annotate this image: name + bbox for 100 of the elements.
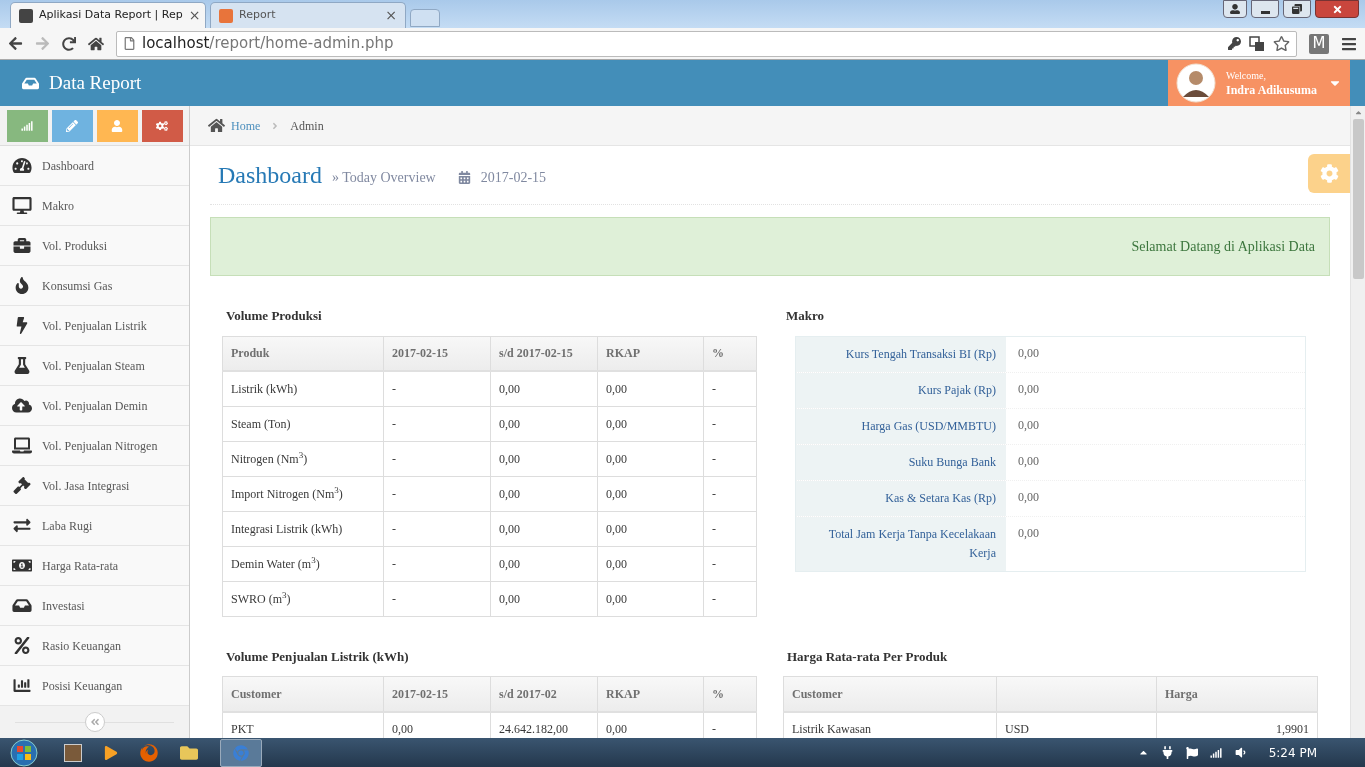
column-header: % (703, 676, 757, 712)
calendar-icon (457, 170, 471, 184)
clock-text[interactable]: 5:24 PM (1268, 743, 1317, 762)
table-cell: - (703, 581, 757, 616)
sidebar-item[interactable]: Konsumsi Gas (0, 266, 189, 306)
greeting-text: Welcome, (1226, 69, 1267, 83)
profile-button[interactable] (1223, 0, 1247, 18)
restore-button[interactable] (1283, 0, 1311, 18)
browser-tab[interactable]: Aplikasi Data Report | Rep × (10, 2, 206, 28)
url-text: localhost/report/home-admin.php (142, 33, 394, 55)
info-label: Kurs Pajak (Rp) (796, 372, 1006, 408)
table-cell: - (383, 476, 491, 511)
table-cell: 0,00 (490, 476, 598, 511)
inbox-icon (12, 597, 32, 614)
scrollbar[interactable] (1350, 106, 1365, 738)
address-bar[interactable]: localhost/report/home-admin.php (116, 30, 1297, 57)
table-cell: - (703, 441, 757, 476)
table-cell: 0,00 (597, 546, 704, 581)
sidebar-item[interactable]: Investasi (0, 586, 189, 626)
page-icon (123, 37, 136, 50)
sidebar-item[interactable]: Rasio Keuangan (0, 626, 189, 666)
sidebar-item[interactable]: Harga Rata-rata (0, 546, 189, 586)
volume-icon[interactable] (1233, 746, 1247, 759)
table-cell: Listrik (kWh) (222, 371, 384, 406)
sidebar-item[interactable]: Dashboard (0, 146, 189, 186)
column-header: s/d 2017-02-15 (490, 336, 598, 371)
gavel-icon (12, 477, 32, 494)
page-date: 2017-02-15 (480, 168, 547, 187)
table-cell: Nitrogen (Nm$^{3}$) (222, 441, 384, 476)
back-icon[interactable] (8, 36, 23, 51)
reload-icon[interactable] (62, 36, 76, 51)
firefox-icon[interactable] (140, 743, 158, 762)
scrollbar-thumb[interactable] (1352, 119, 1364, 279)
close-button[interactable] (1315, 0, 1359, 18)
menu-icon[interactable] (1341, 35, 1357, 52)
table-cell: 0,00 (597, 441, 704, 476)
minimize-button[interactable] (1251, 0, 1279, 18)
info-value: 0,00 (1017, 344, 1040, 362)
sidebar-item[interactable]: Makro (0, 186, 189, 226)
flag-icon[interactable] (1185, 746, 1198, 759)
scroll-up-icon[interactable] (1353, 108, 1363, 117)
table-cell: 0,00 (490, 406, 598, 441)
sidebar-item[interactable]: Vol. Penjualan Demin (0, 386, 189, 426)
sidebar-item[interactable]: Vol. Produksi (0, 226, 189, 266)
table-cell: 0,00 (597, 371, 704, 406)
info-value: 0,00 (1017, 488, 1040, 506)
taskbar-chrome-button[interactable] (220, 738, 262, 767)
star-icon[interactable] (1273, 35, 1290, 52)
shortcut-button[interactable] (141, 109, 183, 142)
cogs-icon (156, 119, 168, 132)
media-player-icon[interactable] (104, 745, 118, 760)
table-cell: 0,00 (597, 511, 704, 546)
user-icon (111, 119, 123, 132)
table-cell: 0,00 (490, 511, 598, 546)
close-icon[interactable]: × (385, 5, 397, 26)
translate-icon[interactable] (1249, 35, 1265, 52)
column-header: Customer (783, 676, 997, 712)
sidebar-item[interactable]: Vol. Penjualan Nitrogen (0, 426, 189, 466)
column-header: RKAP (597, 336, 704, 371)
sidebar-item[interactable]: Vol. Penjualan Listrik (0, 306, 189, 346)
info-label: Kas & Setara Kas (Rp) (796, 480, 1006, 516)
info-value: 0,00 (1017, 452, 1040, 470)
page-subtitle: » Today Overview (331, 168, 436, 187)
browser-tab[interactable]: Report × (210, 2, 406, 28)
sidebar-item[interactable]: Vol. Jasa Integrasi (0, 466, 189, 506)
signal-icon[interactable] (1209, 746, 1222, 759)
app-icon[interactable] (64, 743, 82, 762)
table-cell: - (703, 371, 757, 406)
sidebar-item[interactable]: Laba Rugi (0, 506, 189, 546)
table-cell: - (383, 511, 491, 546)
column-header: % (703, 336, 757, 371)
info-value: 0,00 (1017, 416, 1040, 434)
column-header: 2017-02-15 (383, 676, 491, 712)
table-cell: - (703, 406, 757, 441)
info-label: Harga Gas (USD/MMBTU) (796, 408, 1006, 444)
table-cell: Integrasi Listrik (kWh) (222, 511, 384, 546)
info-value: 0,00 (1017, 380, 1040, 398)
banknote-icon (12, 557, 32, 574)
sidebar-item[interactable]: Posisi Keuangan (0, 666, 189, 706)
info-value: 0,00 (1017, 524, 1040, 542)
cloud-upload-icon (12, 397, 32, 414)
sidebar-item[interactable]: Vol. Penjualan Steam (0, 346, 189, 386)
power-icon[interactable] (1160, 746, 1174, 759)
app-title[interactable]: Data Report (49, 68, 142, 98)
folder-icon[interactable] (180, 743, 198, 762)
breadcrumb-current: Admin (290, 117, 324, 135)
column-header: s/d 2017-02 (490, 676, 598, 712)
home-icon (208, 117, 225, 134)
restore-icon (1292, 4, 1302, 14)
extension-button[interactable]: M (1309, 33, 1329, 54)
key-icon[interactable] (1228, 37, 1241, 50)
home-icon[interactable] (88, 35, 104, 52)
table-cell: 0,00 (597, 476, 704, 511)
favicon-icon (219, 8, 233, 23)
exchange-icon (12, 517, 32, 534)
section-title: Volume Produksi (226, 307, 323, 325)
close-icon[interactable]: × (188, 5, 201, 26)
table-cell: - (383, 441, 491, 476)
minimize-icon (1260, 10, 1270, 14)
table-cell: - (703, 476, 757, 511)
